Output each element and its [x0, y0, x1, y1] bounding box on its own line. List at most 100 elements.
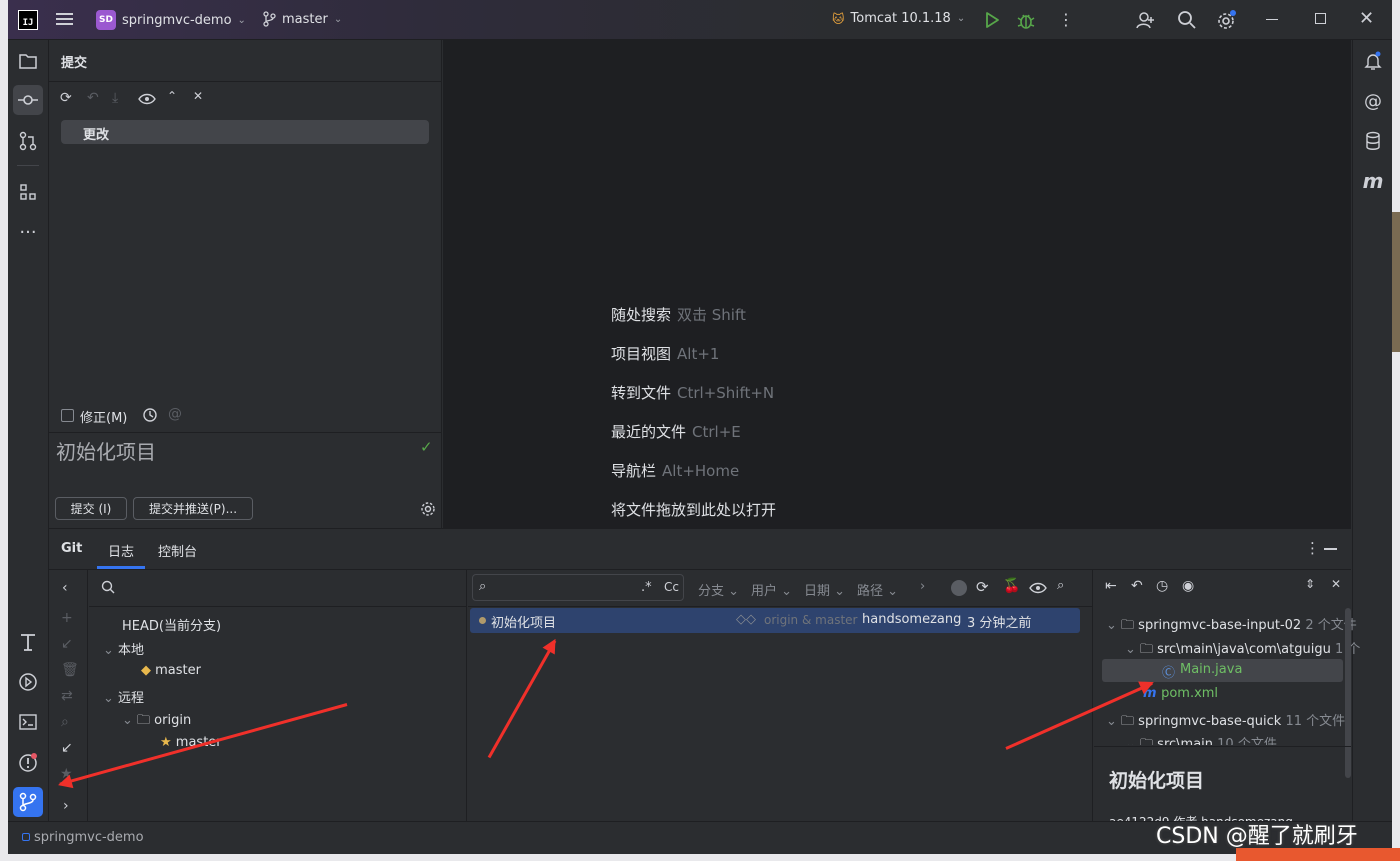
database-icon[interactable] — [1358, 126, 1388, 156]
pause-icon[interactable] — [951, 580, 967, 596]
revert-icon[interactable]: ↶ — [1131, 578, 1143, 594]
collapse-icon[interactable]: ✕ — [1331, 577, 1341, 591]
expand-all-icon[interactable]: ⌃ — [167, 89, 177, 103]
tree-remote-group[interactable]: ⌄ 远程 — [103, 687, 144, 706]
file-main-java: Main.java — [1180, 662, 1243, 677]
cherry-pick-icon[interactable]: 🍒 — [1003, 578, 1020, 594]
tab-log[interactable]: 日志 — [108, 541, 134, 560]
new-branch-icon[interactable]: + — [61, 610, 73, 626]
tag-icon: ◆ — [141, 663, 156, 678]
history-clock-icon[interactable] — [142, 407, 158, 427]
right-tool-window-bar: @ m — [1352, 40, 1392, 821]
commit-tool-icon[interactable] — [13, 85, 43, 115]
changes-node-module1[interactable]: ⌄ 🗀 springmvc-base-input-02 2 个文件 — [1106, 614, 1357, 638]
search-branch-icon[interactable]: ⌕ — [61, 714, 69, 730]
pull-requests-icon[interactable] — [13, 126, 43, 156]
run-config-selector[interactable]: 🐱 Tomcat 10.1.18 ⌄ — [832, 11, 965, 26]
tab-console[interactable]: 控制台 — [158, 541, 197, 560]
branch-selector[interactable]: master ⌄ — [262, 11, 342, 27]
log-search-input[interactable]: ⌕ .* Cc — [472, 574, 684, 601]
search-icon[interactable] — [1177, 10, 1197, 34]
debug-icon[interactable] — [1016, 10, 1036, 34]
problems-icon[interactable] — [13, 747, 43, 777]
changes-node-module2[interactable]: ⌄ 🗀 springmvc-base-quick 11 个文件 — [1106, 710, 1345, 734]
amend-label[interactable]: 修正(M) — [80, 407, 127, 426]
tree-head[interactable]: HEAD(当前分支) — [122, 615, 221, 634]
fetch-icon[interactable]: ↙ — [61, 740, 73, 756]
shelve-icon[interactable]: ⤓ — [112, 90, 118, 106]
hide-panel-icon[interactable] — [1324, 548, 1337, 550]
ai-assistant-icon[interactable]: @ — [168, 406, 182, 422]
scrollbar-thumb[interactable] — [1345, 608, 1351, 778]
changes-group-row[interactable]: 更改 — [61, 120, 429, 144]
refresh-icon[interactable]: ⟳ — [60, 90, 72, 106]
show-diff-eye-icon[interactable] — [138, 93, 156, 109]
git-tool-window: Git 日志 控制台 ⋮ ‹ + ↙ 🗑 ⇄ ⌕ ↙ ★ › HEAD(当前分支… — [49, 528, 1360, 823]
filter-user[interactable]: 用户 ⌄ — [751, 580, 792, 599]
add-user-icon[interactable] — [1136, 10, 1156, 34]
branch-search-icon[interactable] — [101, 580, 115, 598]
filter-path[interactable]: 路径 ⌄ — [857, 580, 898, 599]
maximize-icon[interactable] — [1315, 13, 1326, 24]
tree-origin[interactable]: ⌄ 🗀 origin — [122, 711, 191, 733]
ai-spiral-icon[interactable]: @ — [1358, 86, 1388, 116]
find-commit-icon[interactable]: ⌕ — [1057, 578, 1064, 593]
collapse-all-icon[interactable]: ✕ — [193, 89, 203, 103]
commit-message-input[interactable]: 初始化项目 — [56, 436, 156, 465]
commit-and-push-button[interactable]: 提交并推送(P)... — [133, 497, 253, 520]
expand-right-icon[interactable]: › — [63, 798, 69, 814]
run-icon[interactable] — [984, 11, 1000, 33]
tree-local-master[interactable]: ◆ master — [141, 663, 201, 678]
more-actions-icon[interactable]: ⋮ — [1058, 10, 1074, 30]
collapse-left-icon[interactable]: ‹ — [62, 580, 68, 596]
hint-goto-file: 转到文件 Ctrl+Shift+N — [611, 384, 775, 402]
filter-branch[interactable]: 分支 ⌄ — [698, 580, 739, 599]
settings-gear-icon[interactable] — [1216, 9, 1238, 35]
minimize-icon[interactable] — [1266, 19, 1278, 20]
project-selector[interactable]: SD springmvc-demo ⌄ — [96, 10, 246, 30]
preview-eye-icon[interactable]: ◉ — [1182, 578, 1194, 594]
commit-author: handsomezang — [862, 612, 962, 627]
delete-icon[interactable]: 🗑 — [61, 662, 79, 678]
left-tool-window-bar: ··· — [8, 40, 49, 821]
tree-local-group[interactable]: ⌄ 本地 — [103, 639, 144, 658]
star-icon: ★ — [160, 735, 176, 750]
rollback-icon[interactable]: ↶ — [87, 90, 99, 106]
folder-icon: 🗀 — [1140, 737, 1158, 745]
refs-tag-icon: ◇◇ — [736, 612, 756, 627]
update-icon[interactable]: ↙ — [61, 636, 73, 652]
folder-icon: 🗀 — [1140, 642, 1158, 657]
notifications-bell-icon[interactable] — [1358, 46, 1388, 76]
selected-file-row[interactable]: Ⓒ Main.java — [1102, 659, 1343, 682]
intellij-logo-icon[interactable]: IJ — [18, 10, 38, 30]
more-filters-icon[interactable]: › — [920, 579, 925, 594]
compare-icon[interactable]: ⇄ — [61, 688, 73, 704]
options-menu-icon[interactable]: ⋮ — [1305, 539, 1320, 557]
terminal-icon[interactable] — [13, 707, 43, 737]
commit-options-gear-icon[interactable] — [420, 501, 436, 521]
main-menu-icon[interactable] — [56, 12, 74, 26]
services-run-icon[interactable] — [13, 667, 43, 697]
expand-icon[interactable]: ⇕ — [1305, 577, 1315, 591]
project-folder-icon[interactable] — [13, 46, 43, 76]
font-build-icon[interactable] — [13, 627, 43, 657]
commit-button[interactable]: 提交 (I) — [55, 497, 127, 520]
more-tools-icon[interactable]: ··· — [13, 217, 43, 247]
changes-node-src-main[interactable]: ⌄ 🗀 src\main 10 个文件 — [1125, 733, 1277, 745]
amend-checkbox[interactable] — [61, 409, 74, 422]
maven-icon[interactable]: m — [1358, 166, 1388, 196]
structure-icon[interactable] — [13, 177, 43, 207]
view-options-eye-icon[interactable] — [1029, 582, 1047, 598]
commit-row[interactable]: 初始化项目 ◇◇ origin & master handsomezang 3 … — [470, 608, 1080, 633]
regex-toggle[interactable]: .* — [641, 580, 652, 595]
changes-group-label: 更改 — [83, 128, 110, 143]
close-icon[interactable]: ✕ — [1359, 8, 1374, 29]
history-icon[interactable]: ◷ — [1156, 578, 1168, 594]
filter-date[interactable]: 日期 ⌄ — [804, 580, 845, 599]
git-tool-icon[interactable] — [13, 787, 43, 817]
status-project-name[interactable]: springmvc-demo — [34, 830, 144, 845]
compare-files-icon[interactable]: ⇤ — [1105, 578, 1117, 594]
refresh-log-icon[interactable]: ⟳ — [976, 578, 989, 596]
match-case-toggle[interactable]: Cc — [664, 580, 679, 594]
hint-drop-files: 将文件拖放到此处以打开 — [611, 501, 777, 519]
